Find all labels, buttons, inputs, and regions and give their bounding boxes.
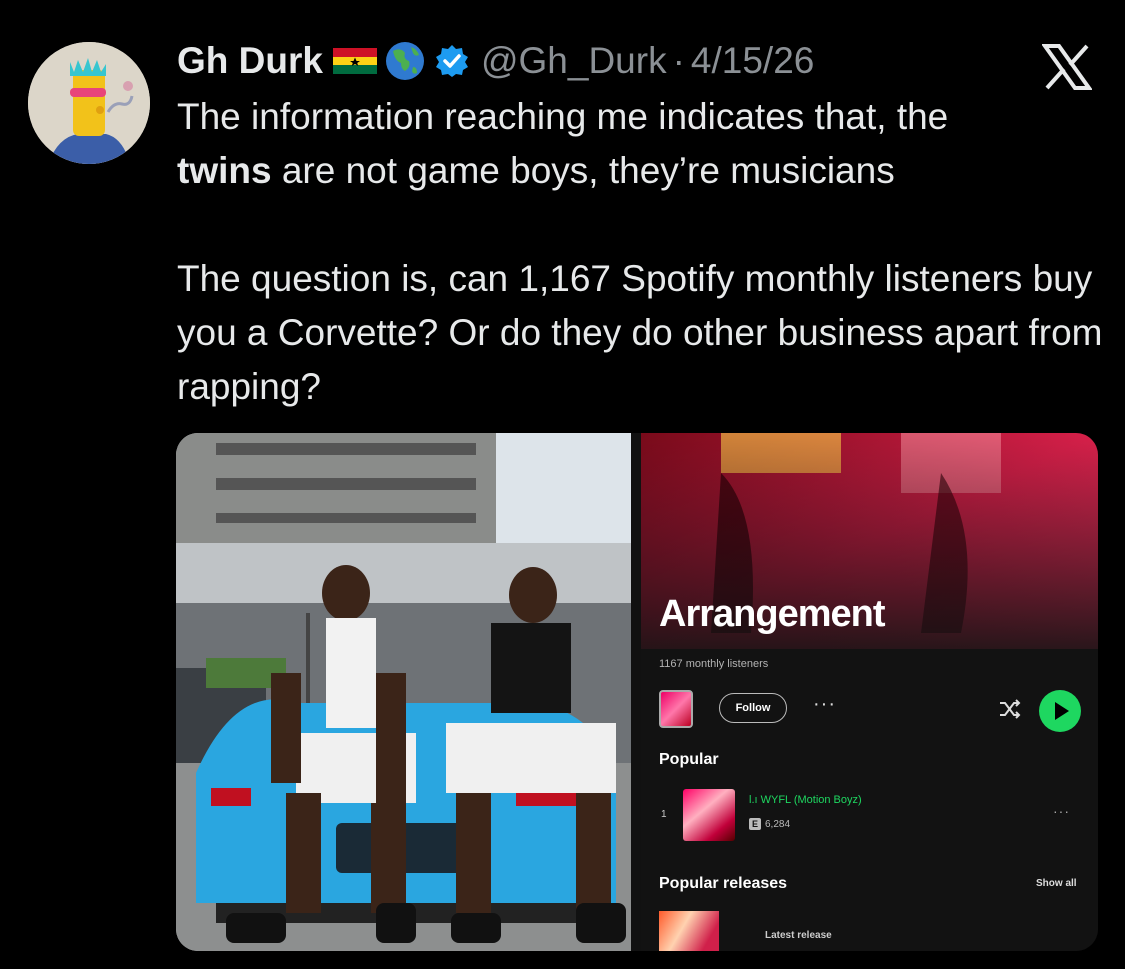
show-all-link[interactable]: Show all (1036, 878, 1077, 889)
popular-heading: Popular (659, 751, 719, 768)
track-play-count: 6,284 (765, 818, 791, 830)
more-options-button[interactable]: ··· (813, 694, 836, 714)
x-logo-icon[interactable] (1042, 44, 1092, 90)
track-thumbnail[interactable] (683, 789, 735, 841)
track-title[interactable]: l.ı WYFL (Motion Boyz) (749, 794, 862, 806)
explicit-badge: E (749, 818, 761, 830)
verified-badge-icon (435, 45, 468, 77)
bold-word: twins (177, 150, 272, 191)
globe-icon (385, 42, 424, 80)
track-number: 1 (661, 809, 667, 820)
header-separator: · (672, 40, 685, 81)
track-plays: E 6,284 (749, 818, 790, 830)
popular-releases-heading: Popular releases (659, 875, 788, 892)
author-name[interactable]: Gh Durk (177, 40, 323, 82)
artist-thumbnail[interactable] (659, 690, 693, 728)
monthly-listeners: 1167 monthly listeners (659, 658, 769, 670)
tweet-header: Gh Durk @Gh_Durk · 4/15/26 (177, 36, 814, 86)
tweet-media[interactable]: Arrangement 1167 monthly listeners Follo… (176, 433, 1098, 951)
avatar[interactable] (28, 42, 150, 164)
ghana-flag-icon (332, 48, 377, 74)
spotify-artist-screenshot: Arrangement 1167 monthly listeners Follo… (641, 433, 1098, 951)
tweet-paragraph-2: The question is, can 1,167 Spotify month… (177, 258, 1103, 407)
tweet-date[interactable]: 4/15/26 (691, 40, 814, 82)
follow-button[interactable]: Follow (719, 693, 787, 723)
author-handle[interactable]: @Gh_Durk (481, 40, 667, 82)
artist-actions-row: Follow ··· (659, 690, 1089, 732)
play-button[interactable] (1039, 690, 1081, 732)
tweet-line-1: The information reaching me indicates th… (177, 96, 949, 137)
track-more-button[interactable]: ··· (1053, 803, 1070, 819)
latest-release-label: Latest release (765, 930, 832, 941)
release-thumbnail[interactable] (659, 911, 719, 951)
avatar-illustration (28, 42, 150, 164)
shuffle-icon[interactable] (997, 696, 1023, 722)
tweet-text: The information reaching me indicates th… (177, 90, 1107, 414)
artist-name: Arrangement (659, 593, 885, 635)
photo-twins-on-corvette[interactable] (176, 433, 631, 951)
play-icon (1055, 702, 1069, 720)
tweet-line-2-rest: are not game boys, they’re musicians (271, 150, 895, 191)
tweet-line-2: twins are not game boys, they’re musicia… (177, 144, 1107, 198)
